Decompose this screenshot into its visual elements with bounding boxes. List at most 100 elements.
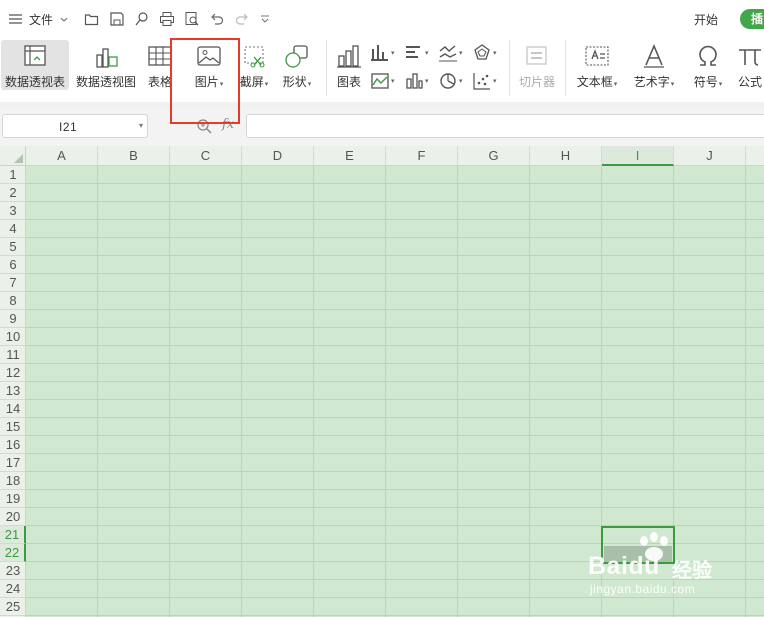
picture-button[interactable]: 图片▾ xyxy=(187,40,231,90)
table-icon xyxy=(148,46,172,66)
watermark-brand-cn: 经验 xyxy=(672,560,712,582)
row-header-1[interactable]: 1 xyxy=(0,166,26,184)
column-gridline xyxy=(97,166,98,617)
bar-chart-h-button[interactable]: ▾ xyxy=(404,42,436,64)
pie-chart-button[interactable]: ▾ xyxy=(438,70,470,92)
file-menu-label: 文件 xyxy=(29,12,54,27)
chart-label: 图表 xyxy=(336,75,361,89)
wordart-label: 艺术字▾ xyxy=(633,75,675,89)
column-header-g[interactable]: G xyxy=(458,146,530,166)
row-header-3[interactable]: 3 xyxy=(0,202,26,220)
row-header-8[interactable]: 8 xyxy=(0,292,26,310)
line-chart-button[interactable]: ▾ xyxy=(438,42,470,64)
column-chart-button[interactable]: ▾ xyxy=(370,42,402,64)
row-gridline xyxy=(26,255,764,256)
textbox-button[interactable]: 文本框▾ xyxy=(572,40,622,90)
screenshot-button[interactable]: 截屏▾ xyxy=(236,40,272,90)
table-button[interactable]: 表格 xyxy=(143,40,177,90)
row-header-17[interactable]: 17 xyxy=(0,454,26,472)
column-header-a[interactable]: A xyxy=(26,146,98,166)
row-header-25[interactable]: 25 xyxy=(0,598,26,616)
column-header-d[interactable]: D xyxy=(242,146,314,166)
row-header-20[interactable]: 20 xyxy=(0,508,26,526)
row-header-11[interactable]: 11 xyxy=(0,346,26,364)
textbox-icon xyxy=(585,46,609,66)
formula-input[interactable] xyxy=(246,114,764,138)
row-header-6[interactable]: 6 xyxy=(0,256,26,274)
screenshot-icon xyxy=(244,46,265,68)
row-gridline xyxy=(26,489,764,490)
row-gridline xyxy=(26,183,764,184)
formula-button[interactable]: 公式 xyxy=(734,40,764,90)
pivot-table-label: 数据透视表 xyxy=(4,75,65,89)
row-gridline xyxy=(26,417,764,418)
row-header-23[interactable]: 23 xyxy=(0,562,26,580)
column-gridline xyxy=(385,166,386,617)
name-box-value: I21 xyxy=(59,120,78,134)
row-header-9[interactable]: 9 xyxy=(0,310,26,328)
name-box[interactable]: I21 ▾ xyxy=(2,114,148,138)
omega-icon xyxy=(699,45,717,66)
row-gridline xyxy=(26,507,764,508)
area-chart-button[interactable]: ▾ xyxy=(370,70,402,92)
column-header-h[interactable]: H xyxy=(530,146,602,166)
row-header-2[interactable]: 2 xyxy=(0,184,26,202)
row-header-16[interactable]: 16 xyxy=(0,436,26,454)
column-header-j[interactable]: J xyxy=(674,146,746,166)
print-preview-button[interactable] xyxy=(184,10,200,28)
chart-button[interactable]: 图表 xyxy=(333,40,365,90)
undo-icon xyxy=(211,13,224,25)
row-header-5[interactable]: 5 xyxy=(0,238,26,256)
print-button[interactable] xyxy=(159,10,175,28)
column-header-f[interactable]: F xyxy=(386,146,458,166)
column-header-c[interactable]: C xyxy=(170,146,242,166)
row-header-13[interactable]: 13 xyxy=(0,382,26,400)
column-header-i[interactable]: I xyxy=(602,146,674,166)
stock-chart-button[interactable]: ▾ xyxy=(404,70,436,92)
quick-access-more-button[interactable] xyxy=(260,10,270,28)
slicer-icon xyxy=(526,46,547,65)
pivot-chart-button[interactable]: 数据透视图 xyxy=(74,40,138,90)
shapes-icon xyxy=(285,45,308,68)
row-header-21[interactable]: 21 xyxy=(0,526,26,544)
row-header-14[interactable]: 14 xyxy=(0,400,26,418)
row-header-12[interactable]: 12 xyxy=(0,364,26,382)
column-header-e[interactable]: E xyxy=(314,146,386,166)
column-header-b[interactable]: B xyxy=(98,146,170,166)
radar-chart-icon xyxy=(474,44,490,60)
table-label: 表格 xyxy=(147,75,172,89)
search-button[interactable] xyxy=(134,10,150,28)
formula-bar: I21 ▾ fx xyxy=(0,110,764,146)
fx-icon[interactable]: fx xyxy=(222,117,234,132)
row-header-22[interactable]: 22 xyxy=(0,544,26,562)
row-header-7[interactable]: 7 xyxy=(0,274,26,292)
scatter-chart-button[interactable]: ▾ xyxy=(472,70,504,92)
row-gridline xyxy=(26,237,764,238)
slicer-button[interactable]: 切片器 xyxy=(515,40,559,90)
ribbon-separator xyxy=(509,40,510,96)
save-button[interactable] xyxy=(109,10,125,28)
radar-chart-button[interactable]: ▾ xyxy=(472,42,504,64)
open-button[interactable] xyxy=(84,10,100,28)
tab-start[interactable]: 开始 xyxy=(694,11,718,28)
chevron-down-icon[interactable]: ▾ xyxy=(139,121,143,130)
zoom-icon[interactable] xyxy=(196,118,212,134)
undo-button[interactable] xyxy=(209,10,225,28)
pivot-table-button[interactable]: 数据透视表 xyxy=(1,40,69,90)
scatter-chart-icon xyxy=(473,73,490,90)
picture-label: 图片▾ xyxy=(194,75,224,89)
row-header-19[interactable]: 19 xyxy=(0,490,26,508)
pivot-chart-icon xyxy=(96,48,118,68)
row-header-18[interactable]: 18 xyxy=(0,472,26,490)
tab-insert[interactable]: 插 xyxy=(740,9,764,29)
file-menu[interactable]: 文件 xyxy=(8,10,69,28)
shapes-button[interactable]: 形状▾ xyxy=(278,40,316,90)
row-header-15[interactable]: 15 xyxy=(0,418,26,436)
wordart-button[interactable]: 艺术字▾ xyxy=(628,40,680,90)
row-header-10[interactable]: 10 xyxy=(0,328,26,346)
select-all-corner[interactable] xyxy=(0,146,26,166)
row-header-4[interactable]: 4 xyxy=(0,220,26,238)
row-header-24[interactable]: 24 xyxy=(0,580,26,598)
redo-button[interactable] xyxy=(234,10,250,28)
symbol-button[interactable]: 符号▾ xyxy=(688,40,728,90)
